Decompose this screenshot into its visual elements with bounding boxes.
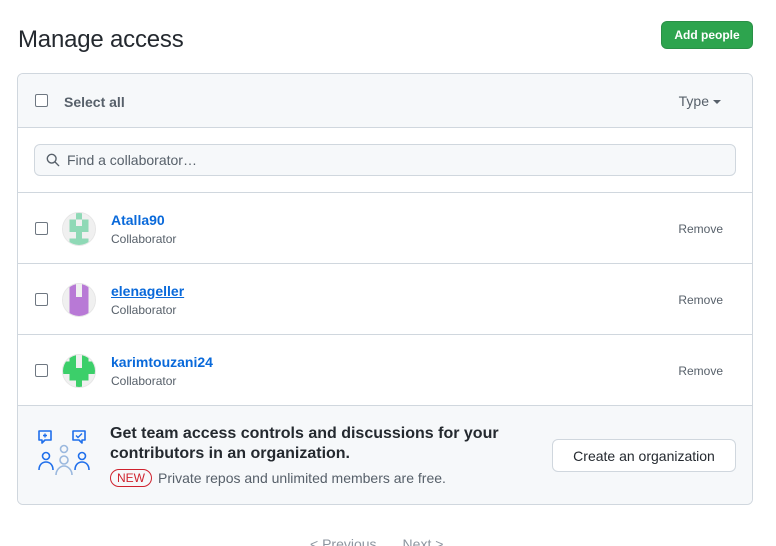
member-role: Collaborator — [111, 303, 177, 317]
add-people-button[interactable]: Add people — [661, 21, 753, 49]
member-checkbox[interactable] — [35, 293, 48, 306]
promo-title: Get team access controls and discussions… — [110, 425, 499, 462]
avatar[interactable] — [62, 283, 96, 317]
type-filter-label: Type — [678, 93, 709, 109]
member-checkbox[interactable] — [35, 222, 48, 235]
access-list: Select all Type Atalla90 Collabo — [17, 73, 753, 505]
member-role: Collaborator — [111, 374, 177, 388]
type-filter-dropdown[interactable]: Type — [679, 93, 721, 109]
remove-button[interactable]: Remove — [678, 364, 723, 378]
search-box[interactable] — [34, 144, 736, 176]
search-input[interactable] — [67, 152, 707, 168]
member-username-link[interactable]: karimtouzani24 — [111, 354, 213, 370]
member-row: karimtouzani24 Collaborator Remove — [18, 335, 752, 406]
avatar[interactable] — [62, 212, 96, 246]
search-row — [18, 128, 752, 193]
avatar[interactable] — [62, 354, 96, 388]
member-role: Collaborator — [111, 232, 177, 246]
search-icon — [45, 152, 61, 168]
create-organization-button[interactable]: Create an organization — [552, 439, 736, 472]
previous-page-button[interactable]: < Previous — [310, 536, 377, 546]
page-title: Manage access — [18, 26, 184, 53]
new-badge: NEW — [110, 469, 152, 487]
member-checkbox[interactable] — [35, 364, 48, 377]
remove-button[interactable]: Remove — [678, 293, 723, 307]
remove-button[interactable]: Remove — [678, 222, 723, 236]
select-all-label: Select all — [64, 94, 125, 110]
pagination: < Previous Next > — [310, 536, 443, 546]
member-row: elenageller Collaborator Remove — [18, 264, 752, 335]
organization-promo: Get team access controls and discussions… — [18, 406, 752, 504]
list-header: Select all Type — [18, 74, 752, 128]
select-all-checkbox[interactable] — [35, 94, 48, 107]
caret-down-icon — [713, 100, 721, 104]
member-username-link[interactable]: Atalla90 — [111, 212, 165, 228]
team-discussion-icon — [38, 430, 90, 476]
member-username-link[interactable]: elenageller — [111, 283, 184, 299]
promo-subtitle: Private repos and unlimited members are … — [158, 470, 446, 486]
next-page-button[interactable]: Next > — [403, 536, 444, 546]
promo-subtitle-row: NEW Private repos and unlimited members … — [110, 469, 446, 487]
member-row: Atalla90 Collaborator Remove — [18, 193, 752, 264]
